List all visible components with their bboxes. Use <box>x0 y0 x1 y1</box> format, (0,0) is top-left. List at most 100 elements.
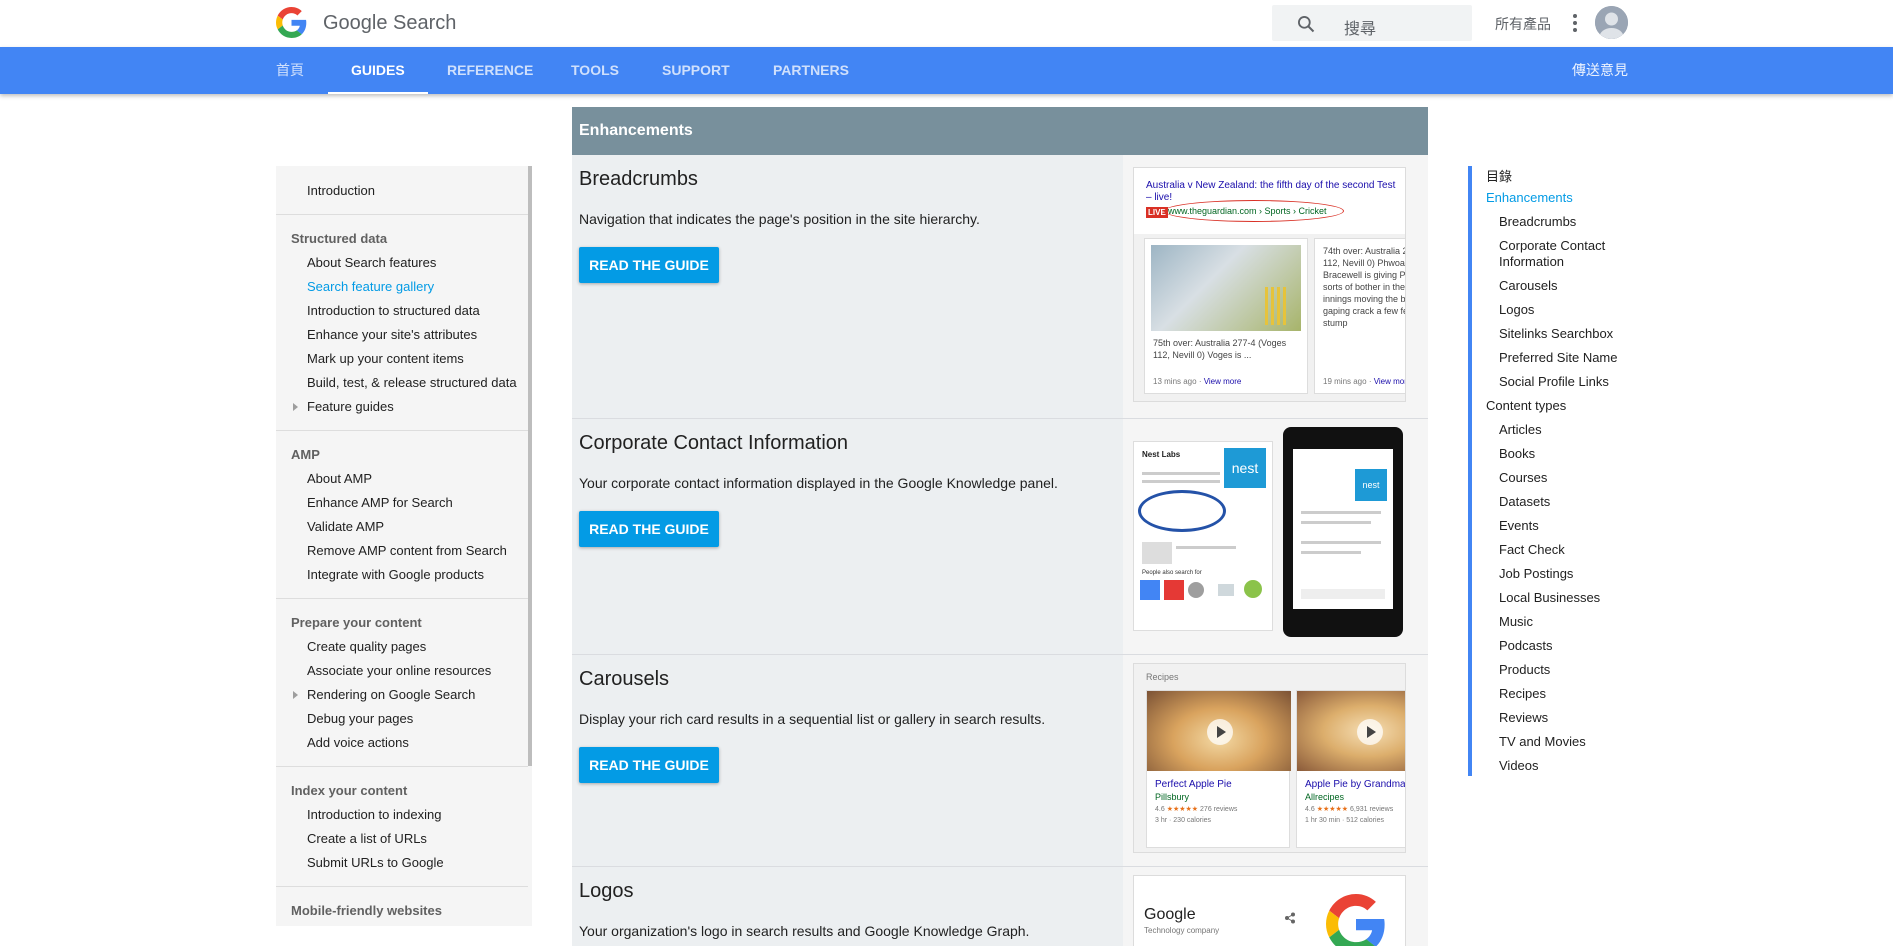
nav-item[interactable]: Add voice actions <box>307 735 409 750</box>
all-products-link[interactable]: 所有產品 <box>1495 14 1551 34</box>
toc-item[interactable]: Fact Check <box>1499 542 1565 557</box>
table-of-contents: 目錄 Enhancements Breadcrumbs Corporate Co… <box>1468 166 1668 776</box>
main-content: Enhancements Breadcrumbs Navigation that… <box>572 107 1428 946</box>
news-card-text: 74th over: Australia 277-4 (Voges 112, N… <box>1323 246 1406 328</box>
avatar[interactable] <box>1595 6 1628 39</box>
product-name[interactable]: Google Search <box>323 12 456 35</box>
google-g-logo[interactable] <box>276 7 307 38</box>
tab-support[interactable]: SUPPORT <box>662 47 730 94</box>
expand-arrow-icon[interactable] <box>293 403 298 411</box>
toc-item[interactable]: Preferred Site Name <box>1499 350 1618 365</box>
recipe-card: Perfect Apple Pie Pillsbury 4.6 ★★★★★ 27… <box>1146 690 1291 848</box>
google-g-logo <box>1326 894 1385 946</box>
feature-description: Your organization's logo in search resul… <box>579 923 1030 939</box>
nav-item-active[interactable]: Search feature gallery <box>307 279 434 294</box>
divider <box>276 598 528 599</box>
toc-item[interactable]: Courses <box>1499 470 1547 485</box>
toc-item-enhancements[interactable]: Enhancements <box>1486 190 1573 205</box>
nav-item[interactable]: Introduction to structured data <box>307 303 480 318</box>
toc-item[interactable]: Social Profile Links <box>1499 374 1609 389</box>
nav-item[interactable]: Remove AMP content from Search <box>307 543 507 558</box>
divider <box>276 430 528 431</box>
nav-introduction[interactable]: Introduction <box>307 183 375 198</box>
toc-item-content-types[interactable]: Content types <box>1486 398 1566 413</box>
toc-item[interactable]: Carousels <box>1499 278 1558 293</box>
toc-heading: 目錄 <box>1486 169 1513 184</box>
toc-item[interactable]: Job Postings <box>1499 566 1573 581</box>
share-icon <box>1285 912 1295 924</box>
nav-item-expandable[interactable]: Feature guides <box>307 399 394 414</box>
divider <box>276 766 528 767</box>
toc-item[interactable]: Sitelinks Searchbox <box>1499 326 1613 341</box>
toc-item[interactable]: Products <box>1499 662 1550 677</box>
expand-arrow-icon[interactable] <box>293 691 298 699</box>
toc-item[interactable]: TV and Movies <box>1499 734 1586 749</box>
feature-title: Carousels <box>579 668 670 690</box>
breadcrumbs-example-image: Australia v New Zealand: the fifth day o… <box>1133 167 1406 402</box>
toc-item[interactable]: Videos <box>1499 758 1539 773</box>
kp-people-also: People also search for <box>1142 570 1202 576</box>
corporate-contact-example-image: Nest Labs nest People also search for ne… <box>1133 427 1406 642</box>
more-options-icon[interactable] <box>1569 12 1581 34</box>
play-icon[interactable] <box>1357 719 1383 745</box>
toc-item[interactable]: Datasets <box>1499 494 1550 509</box>
nav-item[interactable]: Build, test, & release structured data <box>307 375 517 390</box>
nest-logo: nest <box>1224 448 1266 488</box>
nav-item[interactable]: Debug your pages <box>307 711 413 726</box>
news-card: 75th over: Australia 277-4 (Voges 112, N… <box>1144 238 1308 394</box>
recipe-rating: 4.6 ★★★★★ 276 reviews <box>1155 806 1238 813</box>
toc-item[interactable]: Reviews <box>1499 710 1548 725</box>
nav-item[interactable]: Integrate with Google products <box>307 567 484 582</box>
feature-description: Your corporate contact information displ… <box>579 475 1058 491</box>
toc-item[interactable]: Articles <box>1499 422 1542 437</box>
nav-item[interactable]: Mark up your content items <box>307 351 464 366</box>
nav-item[interactable]: About AMP <box>307 471 372 486</box>
tab-tools[interactable]: TOOLS <box>571 47 619 94</box>
nav-item-expandable[interactable]: Rendering on Google Search <box>307 687 475 702</box>
nav-item[interactable]: Submit URLs to Google <box>307 855 444 870</box>
nav-item[interactable]: Introduction to indexing <box>307 807 441 822</box>
nav-item[interactable]: Create a list of URLs <box>307 831 427 846</box>
feature-image-column: Australia v New Zealand: the fifth day o… <box>1123 155 1428 418</box>
play-icon[interactable] <box>1207 719 1233 745</box>
knowledge-panel: Nest Labs nest People also search for <box>1133 441 1273 631</box>
toc-item[interactable]: Books <box>1499 446 1535 461</box>
nav-item[interactable]: Create quality pages <box>307 639 426 654</box>
feature-title: Logos <box>579 880 634 902</box>
nav-item[interactable]: About Search features <box>307 255 436 270</box>
tab-reference[interactable]: REFERENCE <box>447 47 533 94</box>
avatar-person-icon <box>1595 6 1628 39</box>
read-guide-button[interactable]: READ THE GUIDE <box>579 511 719 547</box>
divider <box>276 214 528 215</box>
tab-home[interactable]: 首頁 <box>276 47 304 94</box>
divider <box>276 886 528 887</box>
nav-item[interactable]: Associate your online resources <box>307 663 491 678</box>
toc-item[interactable]: Breadcrumbs <box>1499 214 1576 229</box>
toc-item[interactable]: Music <box>1499 614 1533 629</box>
carousel-example-image: Recipes Perfect Apple Pie Pillsbury 4.6 … <box>1133 663 1406 853</box>
toc-item[interactable]: Recipes <box>1499 686 1546 701</box>
nav-item[interactable]: Enhance your site's attributes <box>307 327 477 342</box>
toc-item[interactable]: Events <box>1499 518 1539 533</box>
left-nav-scrollbar[interactable] <box>528 166 532 766</box>
tab-guides[interactable]: GUIDES <box>328 47 428 94</box>
nav-item[interactable]: Enhance AMP for Search <box>307 495 453 510</box>
news-card: 74th over: Australia 277-4 (Voges 112, N… <box>1314 238 1406 394</box>
tab-partners[interactable]: PARTNERS <box>773 47 849 94</box>
toc-item[interactable]: Podcasts <box>1499 638 1552 653</box>
recipe-title[interactable]: Apple Pie by Grandma <box>1305 779 1405 790</box>
toc-item[interactable]: Logos <box>1499 302 1534 317</box>
recipe-source: Pillsbury <box>1155 792 1190 802</box>
nav-item[interactable]: Validate AMP <box>307 519 384 534</box>
read-guide-button[interactable]: READ THE GUIDE <box>579 247 719 283</box>
send-feedback-link[interactable]: 傳送意見 <box>1572 47 1628 94</box>
top-bar: Google Search 搜尋 所有產品 <box>0 0 1893 47</box>
toc-item[interactable]: Corporate Contact Information <box>1499 238 1639 270</box>
search-box[interactable]: 搜尋 <box>1272 5 1472 41</box>
toc-item[interactable]: Local Businesses <box>1499 590 1600 605</box>
left-nav: Introduction Structured data About Searc… <box>276 166 532 926</box>
read-guide-button[interactable]: READ THE GUIDE <box>579 747 719 783</box>
recipe-title[interactable]: Perfect Apple Pie <box>1155 779 1232 790</box>
search-input[interactable]: 搜尋 <box>1344 15 1376 39</box>
recipe-meta: 1 hr 30 min · 512 calories <box>1305 817 1384 824</box>
